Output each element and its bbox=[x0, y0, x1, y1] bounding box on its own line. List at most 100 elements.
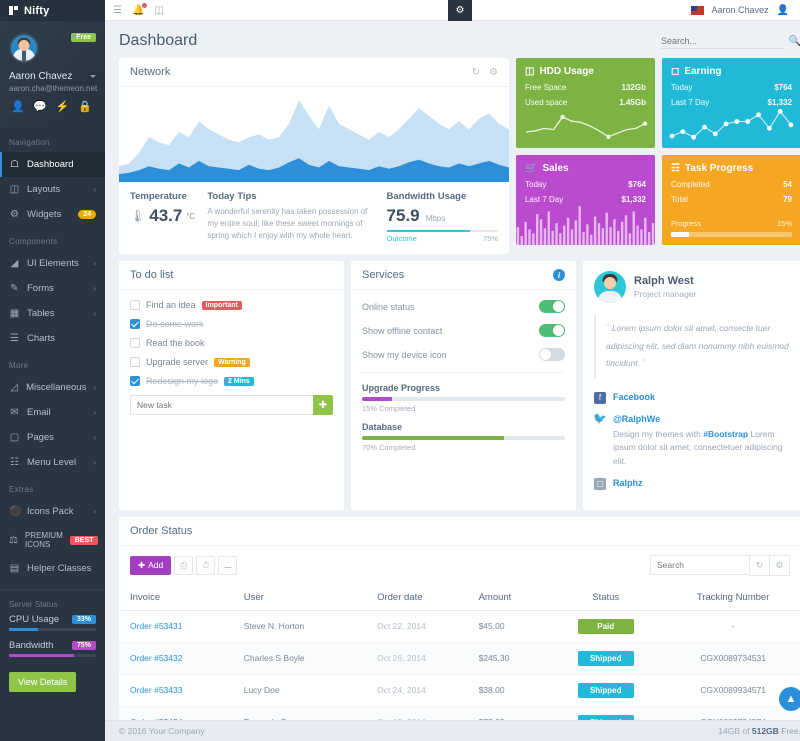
view-details-button[interactable]: View Details bbox=[9, 672, 76, 692]
todo-item[interactable]: Read the book bbox=[130, 338, 333, 348]
show-my-device-icon-toggle[interactable] bbox=[539, 348, 565, 361]
col-user[interactable]: User bbox=[233, 585, 366, 611]
cell-invoice[interactable]: Order #53434 bbox=[119, 706, 233, 720]
ui-elements-icon: ◢ bbox=[9, 258, 20, 269]
todo-checkbox[interactable] bbox=[130, 376, 140, 386]
bell-icon[interactable]: 🔔 bbox=[132, 5, 144, 16]
storage-prefix: 14GB of bbox=[718, 726, 752, 736]
todo-item[interactable]: Do some work bbox=[130, 319, 333, 329]
search-input[interactable] bbox=[661, 34, 783, 49]
chat-icon[interactable]: 💬 bbox=[33, 102, 47, 113]
col-tracking-number[interactable]: Tracking Number bbox=[665, 585, 800, 611]
cell-invoice[interactable]: Order #53433 bbox=[119, 674, 233, 706]
stat-card-task-progress[interactable]: ☶ Task Progress Completed 54 Total 79 Pr… bbox=[662, 155, 800, 245]
sidebar-item-forms[interactable]: ✎ Forms › bbox=[0, 276, 105, 301]
twitter-icon[interactable]: 🐦 bbox=[594, 413, 606, 425]
info-icon[interactable]: i bbox=[553, 269, 565, 281]
todo-item[interactable]: Redesign my logo 2 Mins bbox=[130, 376, 333, 386]
profile-name-row[interactable]: Aaron Chavez bbox=[9, 71, 96, 82]
sidebar-item-tables[interactable]: ▦ Tables › bbox=[0, 301, 105, 326]
instagram-link[interactable]: Ralphz bbox=[613, 478, 643, 490]
sidebar-item-menu-level[interactable]: ☷ Menu Level › bbox=[0, 450, 105, 475]
instagram-icon[interactable]: ▢ bbox=[594, 478, 606, 490]
sidebar-item-layouts[interactable]: ◫ Layouts › bbox=[0, 177, 105, 202]
gear-icon[interactable]: ⚙ bbox=[448, 0, 472, 21]
brand[interactable]: Nifty bbox=[0, 0, 105, 21]
sidebar-item-premium-icons[interactable]: ⚖ PREMIUM ICONS BEST bbox=[0, 524, 105, 556]
cell-user: Steve N. Horton bbox=[233, 610, 366, 642]
todo-checkbox[interactable] bbox=[130, 300, 140, 310]
orders-toolbar: ✚ Add ⎙ ⏱ ⚊ ↻ ⚙ bbox=[119, 546, 800, 585]
hamburger-icon[interactable]: ☰ bbox=[113, 5, 122, 16]
storage-suffix: Free. bbox=[779, 726, 800, 736]
stat-card-hdd-usage[interactable]: ◫ HDD Usage Free Space 132Gb Used space … bbox=[516, 58, 655, 148]
dashboard-app: Nifty Free Aaron Chavez aaron.cha@themeo… bbox=[0, 0, 800, 741]
col-amount[interactable]: Amount bbox=[468, 585, 547, 611]
sidebar-item-miscellaneous[interactable]: ◿ Miscellaneous › bbox=[0, 375, 105, 400]
table-row[interactable]: Order #53433Lucy DoeOct 24, 2014$38.00Sh… bbox=[119, 674, 800, 706]
refresh-icon[interactable]: ↻ bbox=[750, 555, 770, 576]
todo-checkbox[interactable] bbox=[130, 338, 140, 348]
cell-user: Teresa L. Doe bbox=[233, 706, 366, 720]
show-offline-contact-toggle[interactable] bbox=[539, 324, 565, 337]
facebook-link[interactable]: Facebook bbox=[613, 392, 655, 404]
bootstrap-hashtag[interactable]: #Bootstrap bbox=[703, 429, 748, 439]
todo-checkbox[interactable] bbox=[130, 319, 140, 329]
add-order-button[interactable]: ✚ Add bbox=[130, 556, 171, 575]
todo-item[interactable]: Find an idea Important bbox=[130, 300, 333, 310]
topbar-username[interactable]: Aaron Chavez bbox=[712, 5, 769, 15]
sidebar-item-helper-classes[interactable]: ▤ Helper Classes bbox=[0, 556, 105, 581]
sidebar-item-charts[interactable]: ☰ Charts bbox=[0, 326, 105, 351]
todo-item[interactable]: Upgrade server Warning bbox=[130, 357, 333, 367]
cell-invoice[interactable]: Order #53432 bbox=[119, 642, 233, 674]
table-row[interactable]: Order #53434Teresa L. DoeOct 15, 2014$77… bbox=[119, 706, 800, 720]
orders-search-input[interactable] bbox=[650, 555, 750, 575]
chevron-right-icon: › bbox=[93, 507, 96, 516]
sidebar-nav: Navigation ☖ Dashboard ◫ Layouts › ⚙ Wid… bbox=[0, 128, 105, 581]
gear-icon[interactable]: ⚙ bbox=[489, 67, 498, 78]
search-icon[interactable]: 🔍 bbox=[789, 36, 800, 47]
bolt-icon[interactable]: ⚡ bbox=[56, 102, 70, 113]
nav-section-title: More bbox=[0, 351, 105, 375]
table-row[interactable]: Order #53432Charles S BoyleOct 26, 2014$… bbox=[119, 642, 800, 674]
scroll-top-button[interactable]: ▲ bbox=[779, 687, 800, 711]
clock-icon[interactable]: ⏱ bbox=[196, 556, 215, 575]
sidebar-item-widgets[interactable]: ⚙ Widgets 24 bbox=[0, 202, 105, 227]
quote-text: Lorem ipsum dolor sit amet, consecte tue… bbox=[606, 323, 789, 368]
chevron-right-icon: › bbox=[93, 458, 96, 467]
refresh-icon[interactable]: ↻ bbox=[472, 67, 480, 78]
sidebar-item-pages[interactable]: ▢ Pages › bbox=[0, 425, 105, 450]
user-icon[interactable]: 👤 bbox=[777, 5, 789, 16]
cell-invoice[interactable]: Order #53431 bbox=[119, 610, 233, 642]
avatar[interactable] bbox=[9, 33, 39, 63]
page-search: 🔍 bbox=[661, 34, 800, 49]
flag-icon[interactable] bbox=[691, 6, 704, 15]
gear-caret-icon[interactable]: ⚙ bbox=[770, 555, 790, 576]
col-invoice[interactable]: Invoice bbox=[119, 585, 233, 611]
table-row[interactable]: Order #53431Steve N. HortonOct 22, 2014$… bbox=[119, 610, 800, 642]
table-header-row: Invoice User Order date Amount Status Tr… bbox=[119, 585, 800, 611]
lock-icon[interactable]: 🔒 bbox=[78, 102, 92, 113]
sidebar-item-dashboard[interactable]: ☖ Dashboard bbox=[0, 152, 105, 177]
cpu-usage-row: CPU Usage 33% bbox=[9, 614, 96, 625]
stat-card-sales[interactable]: 🛒 Sales Today $764 Last 7 Day $1,332 bbox=[516, 155, 655, 245]
sidebar-item-icons-pack[interactable]: ⚫ Icons Pack › bbox=[0, 499, 105, 524]
print-icon[interactable]: ⎙ bbox=[174, 556, 193, 575]
twitter-handle[interactable]: @RalphWe bbox=[613, 414, 660, 424]
col-status[interactable]: Status bbox=[546, 585, 665, 611]
todo-checkbox[interactable] bbox=[130, 357, 140, 367]
sidebar-item-ui-elements[interactable]: ◢ UI Elements › bbox=[0, 251, 105, 276]
add-task-button[interactable]: ✚ bbox=[313, 395, 333, 415]
facebook-icon[interactable]: f bbox=[594, 392, 606, 404]
stat-card-earning[interactable]: ◻ Earning Today $764 Last 7 Day $1,332 bbox=[662, 58, 800, 148]
sidebar-item-label: Helper Classes bbox=[27, 563, 91, 574]
col-order-date[interactable]: Order date bbox=[366, 585, 467, 611]
new-task-input[interactable] bbox=[130, 395, 313, 415]
content: Network ↻ ⚙ Tempera bbox=[105, 58, 800, 720]
trash-icon[interactable]: ⚊ bbox=[218, 556, 237, 575]
task-progress-pct: 15% bbox=[777, 219, 792, 228]
sidebar-item-email[interactable]: ✉ Email › bbox=[0, 400, 105, 425]
user-icon[interactable]: 👤 bbox=[11, 102, 25, 113]
panel-icon[interactable]: ◫ bbox=[154, 5, 163, 16]
online-status-toggle[interactable] bbox=[539, 300, 565, 313]
